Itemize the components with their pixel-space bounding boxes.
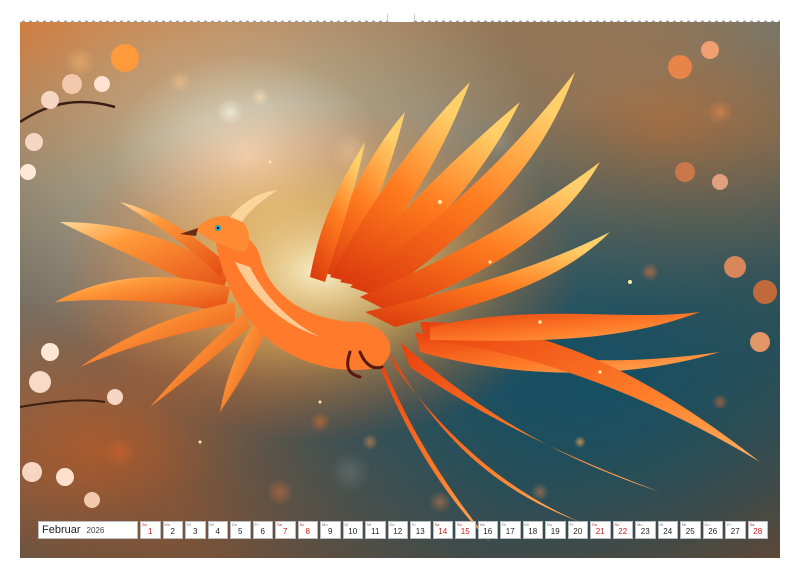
blossom-cluster-right bbox=[668, 41, 777, 352]
day-cell: Fr 6 bbox=[252, 521, 273, 539]
day-cell: Do 26 bbox=[702, 521, 723, 539]
day-cell: Mi 4 bbox=[207, 521, 228, 539]
day-number: 28 bbox=[753, 527, 763, 536]
day-cell: Do 5 bbox=[230, 521, 251, 539]
day-number: 17 bbox=[505, 527, 515, 536]
day-number: 15 bbox=[460, 527, 470, 536]
day-cell: Mi 25 bbox=[680, 521, 701, 539]
day-number: 21 bbox=[595, 527, 605, 536]
day-cell: So 8 bbox=[297, 521, 318, 539]
day-cell: Sa 7 bbox=[275, 521, 296, 539]
month-label-box: Februar 2026 bbox=[38, 521, 138, 539]
day-cell: Sa 28 bbox=[747, 521, 768, 539]
day-cell: So 22 bbox=[612, 521, 633, 539]
day-number: 4 bbox=[215, 527, 220, 536]
calendar-photo bbox=[20, 22, 780, 558]
day-number: 19 bbox=[550, 527, 560, 536]
day-number: 24 bbox=[663, 527, 673, 536]
day-cell: Fr 27 bbox=[725, 521, 746, 539]
day-number: 23 bbox=[640, 527, 650, 536]
day-number: 6 bbox=[260, 527, 265, 536]
day-number: 25 bbox=[685, 527, 695, 536]
day-cell: Mo 9 bbox=[320, 521, 341, 539]
day-number: 2 bbox=[170, 527, 175, 536]
day-number: 1 bbox=[148, 527, 153, 536]
day-cell: Do 19 bbox=[545, 521, 566, 539]
day-number: 20 bbox=[573, 527, 583, 536]
day-cell: Mi 18 bbox=[522, 521, 543, 539]
day-cell: Fr 20 bbox=[567, 521, 588, 539]
day-number: 14 bbox=[438, 527, 448, 536]
day-cell: Di 3 bbox=[185, 521, 206, 539]
phoenix-illustration bbox=[20, 41, 777, 542]
day-number: 11 bbox=[371, 527, 380, 536]
day-cell: Di 10 bbox=[342, 521, 363, 539]
blossom-branch-top-left bbox=[20, 44, 139, 180]
day-cell: Sa 14 bbox=[432, 521, 453, 539]
day-number: 26 bbox=[708, 527, 718, 536]
day-number: 9 bbox=[328, 527, 333, 536]
day-cell: Mi 11 bbox=[365, 521, 386, 539]
day-cell: Sa 21 bbox=[590, 521, 611, 539]
day-cell: Do 12 bbox=[387, 521, 408, 539]
month-name: Februar bbox=[42, 524, 81, 536]
day-number: 18 bbox=[528, 527, 538, 536]
day-cell: So 15 bbox=[455, 521, 476, 539]
day-number: 10 bbox=[348, 527, 358, 536]
calendar-strip: Februar 2026 So 1 Mo 2 Di 3 Mi 4 Do 5 Fr 6 Sa 7 So 8 Mo 9… bbox=[38, 521, 768, 539]
day-number: 13 bbox=[415, 527, 425, 536]
day-cell: Mo 23 bbox=[635, 521, 656, 539]
day-cell: Mo 2 bbox=[162, 521, 183, 539]
day-number: 7 bbox=[283, 527, 288, 536]
day-cell: Di 17 bbox=[500, 521, 521, 539]
day-cell: Di 24 bbox=[657, 521, 678, 539]
day-number: 16 bbox=[483, 527, 493, 536]
day-number: 12 bbox=[393, 527, 403, 536]
day-cell: Fr 13 bbox=[410, 521, 431, 539]
day-number: 8 bbox=[305, 527, 310, 536]
day-number: 3 bbox=[193, 527, 198, 536]
phoenix-tail bbox=[380, 312, 760, 542]
day-number: 5 bbox=[238, 527, 243, 536]
year-label: 2026 bbox=[86, 525, 105, 535]
day-cell: So 1 bbox=[140, 521, 161, 539]
day-number: 27 bbox=[730, 527, 740, 536]
day-number: 22 bbox=[618, 527, 628, 536]
day-cell: Mo 16 bbox=[477, 521, 498, 539]
